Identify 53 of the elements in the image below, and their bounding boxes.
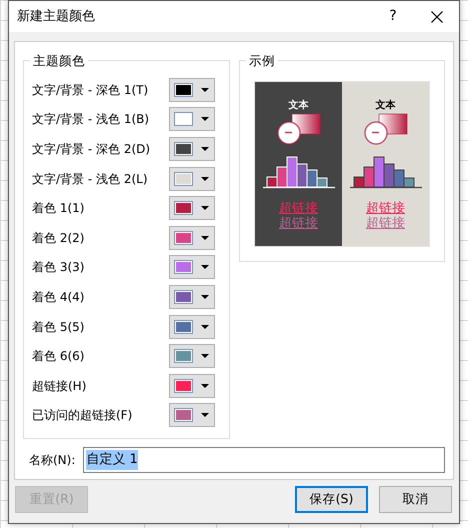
name-label: 名称(N): [29,452,76,470]
dropdown-arrow-icon [201,117,209,122]
dropdown-arrow-icon [201,206,209,210]
dropdown-arrow-icon [201,176,209,181]
color-picker-button[interactable] [169,166,215,191]
sample-text: 文本 [288,98,308,113]
color-picker-button[interactable] [169,284,215,309]
color-label: 文字/背景 - 浅色 2(L) [32,170,148,188]
color-label: 超链接(H) [32,378,86,395]
color-label: 着色 6(6) [32,348,84,366]
color-picker-button[interactable] [169,226,215,250]
dropdown-arrow-icon [201,265,209,270]
dropdown-arrow-icon [201,236,209,240]
color-picker-button[interactable] [169,374,215,398]
histogram-drawing [262,155,334,189]
dialog-title: 新建主题颜色 [17,8,96,26]
color-label: 着色 3(3) [32,259,84,276]
color-label: 已访问的超链接(F) [32,407,132,424]
color-label: 着色 4(4) [32,288,84,306]
color-label: 着色 5(5) [32,318,84,336]
shape-drawing [276,113,322,147]
dropdown-arrow-icon [201,324,209,329]
shape-drawing [362,113,408,147]
color-label: 文字/背景 - 浅色 1(B) [32,111,150,128]
hyperlink[interactable]: 超链接 [366,201,405,216]
dialog-button[interactable]: 取消 [379,486,452,514]
histogram-drawing [350,155,422,189]
dropdown-arrow-icon [201,413,209,418]
close-icon[interactable] [431,10,443,22]
color-label: 文字/背景 - 深色 1(T) [32,82,148,99]
color-label: 着色 1(1) [32,200,84,218]
dropdown-arrow-icon [201,294,209,299]
color-picker-button[interactable] [169,314,215,339]
color-label: 着色 2(2) [32,230,84,247]
color-label: 文字/背景 - 深色 2(D) [32,140,150,158]
name-input-field[interactable]: 自定义 1 [83,447,445,474]
color-picker-button[interactable] [169,255,215,280]
dropdown-arrow-icon [201,146,209,151]
color-picker-button[interactable] [169,196,215,220]
dropdown-arrow-icon [201,384,209,388]
visited-hyperlink[interactable]: 超链接 [366,216,405,231]
dialog-button[interactable]: 保存(S) [295,486,368,514]
visited-hyperlink[interactable]: 超链接 [279,216,318,231]
color-picker-button[interactable] [169,136,215,161]
dropdown-arrow-icon [201,354,209,358]
color-picker-button[interactable] [169,344,215,368]
color-picker-button[interactable] [169,107,215,132]
sample-text: 文本 [376,98,396,113]
help-button[interactable]: ? [371,6,415,27]
hyperlink[interactable]: 超链接 [279,201,318,216]
color-picker-button[interactable] [169,78,215,102]
dropdown-arrow-icon [201,88,209,92]
color-picker-button[interactable] [169,403,215,428]
